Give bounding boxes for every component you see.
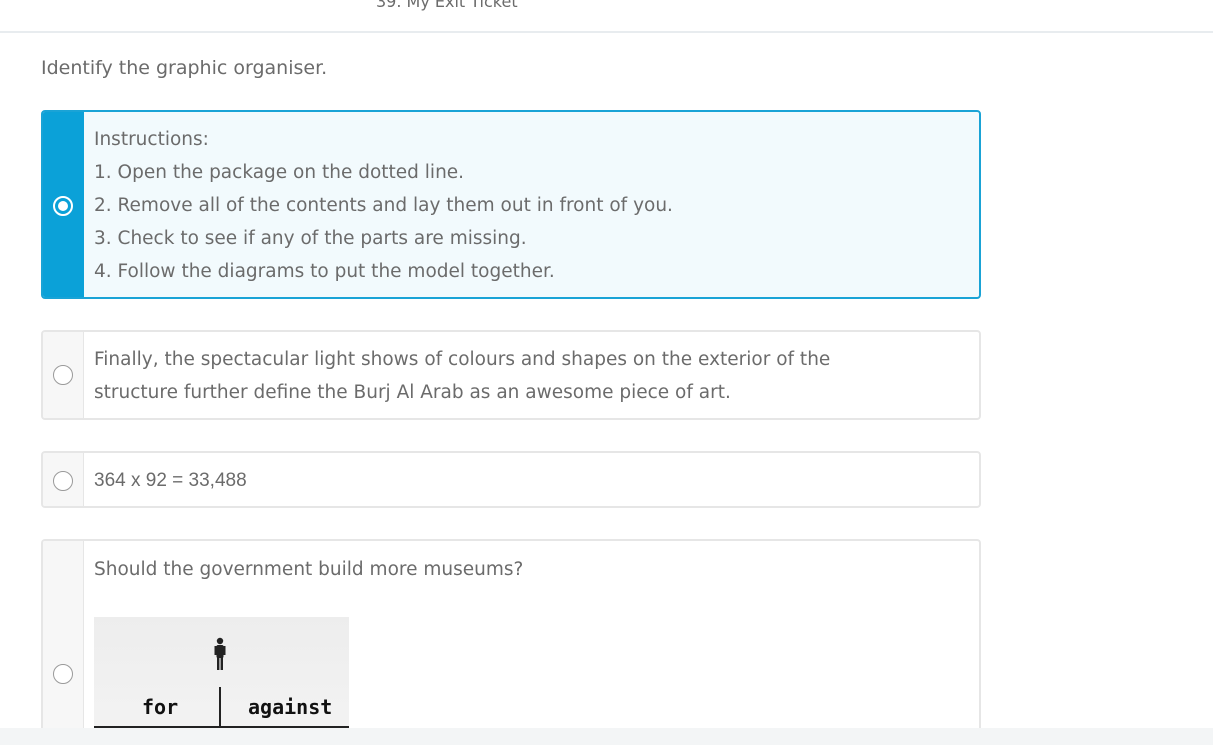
question-content: Identify the graphic organiser. Instruct… (0, 35, 1213, 728)
option-line: 1. Open the package on the dotted line. (94, 162, 465, 183)
option-line: 4. Follow the diagrams to put the model … (94, 261, 555, 282)
person-figure-icon (214, 637, 226, 670)
option-line: Finally, the spectacular light shows of … (94, 349, 831, 370)
option-line: structure further define the Burj Al Ara… (94, 382, 731, 403)
radio-button[interactable] (53, 471, 73, 491)
option-text: Should the government build more museums… (94, 553, 969, 586)
radio-button[interactable] (53, 664, 73, 684)
radio-button-selected[interactable] (53, 196, 73, 216)
for-against-organiser-image: for against (94, 617, 349, 728)
option-text: Finally, the spectacular light shows of … (94, 343, 969, 409)
answer-option-1[interactable]: Instructions: 1. Open the package on the… (41, 110, 981, 299)
bottom-bar (0, 728, 1213, 745)
option-text: 364 x 92 = 33,488 (94, 464, 969, 497)
answer-option-4[interactable]: Should the government build more museums… (41, 539, 981, 728)
for-label: for (142, 695, 179, 719)
answer-option-2[interactable]: Finally, the spectacular light shows of … (41, 330, 981, 420)
option-line: 3. Check to see if any of the parts are … (94, 228, 527, 249)
radio-button[interactable] (53, 365, 73, 385)
option-text: Instructions: 1. Open the package on the… (94, 123, 969, 288)
divider-line (219, 687, 221, 728)
answer-option-3[interactable]: 364 x 92 = 33,488 (41, 451, 981, 508)
option-line: 2. Remove all of the contents and lay th… (94, 195, 673, 216)
option-rail (43, 541, 84, 728)
option-line: Should the government build more museums… (94, 559, 524, 580)
question-prompt: Identify the graphic organiser. (41, 57, 328, 79)
top-bar: 39. My Exit Ticket (0, 0, 1213, 33)
against-label: against (248, 695, 333, 719)
page-title: 39. My Exit Ticket (376, 0, 518, 11)
option-line: Instructions: (94, 129, 209, 150)
option-line: 364 x 92 = 33,488 (94, 470, 247, 491)
